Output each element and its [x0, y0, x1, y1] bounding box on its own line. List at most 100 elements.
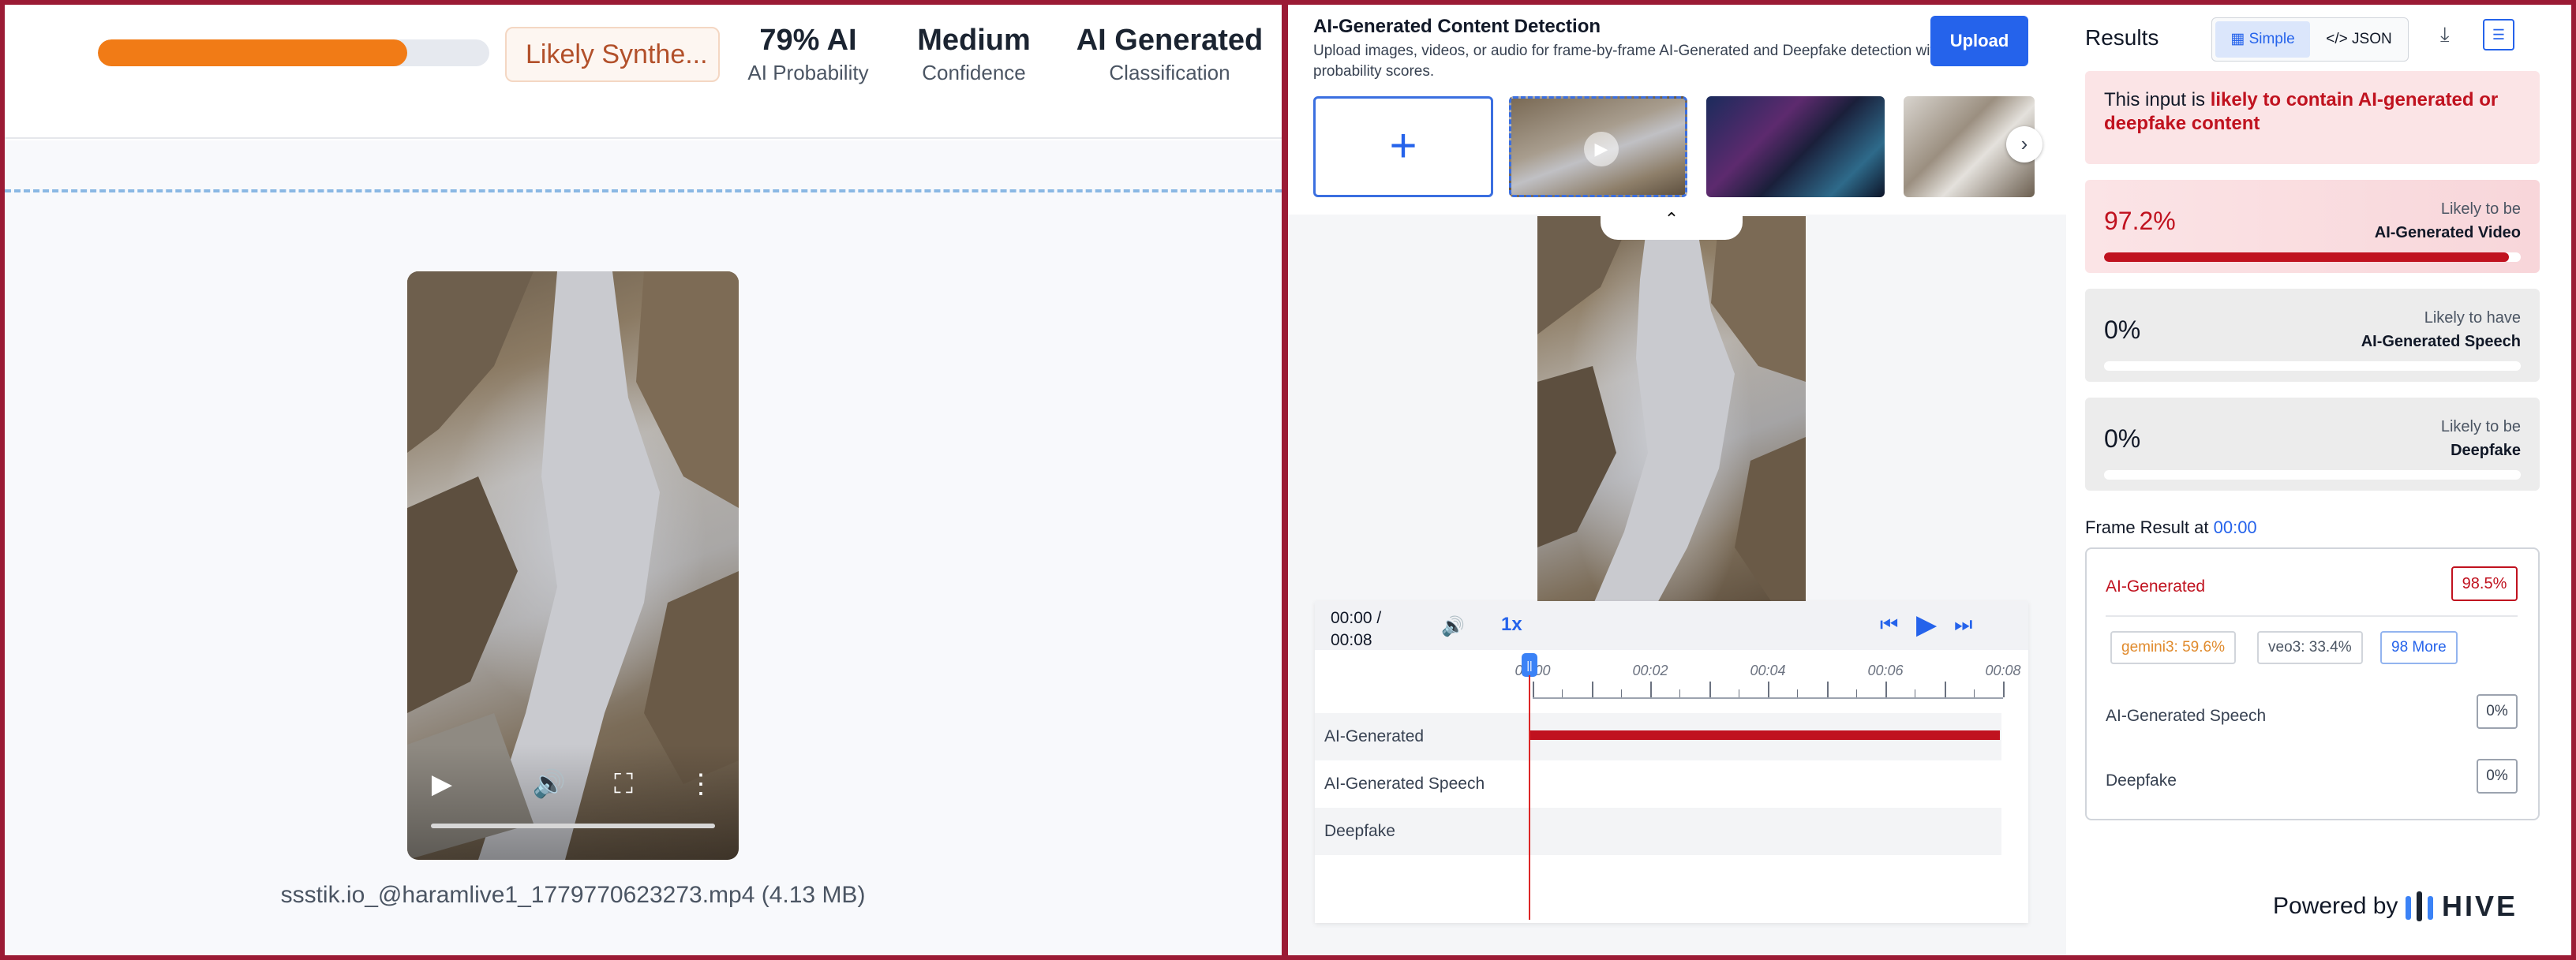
stat-label: AI Probability: [747, 61, 869, 84]
video-seek-bar[interactable]: [431, 824, 715, 828]
ruler-tick: [1944, 682, 1946, 697]
play-icon[interactable]: ▶: [423, 768, 461, 800]
dashed-divider: [5, 189, 1282, 192]
timeline-panel: 00:00 / 00:08 🔊 1x ⏮ ▶ ⏭ 00:0000:0200:04…: [1315, 601, 2028, 923]
video-frame-image: [1537, 216, 1806, 606]
play-icon: ▶: [1584, 132, 1619, 166]
frame-deepfake-label: Deepfake: [2106, 771, 2177, 790]
stat-value: AI Generated: [1076, 24, 1264, 57]
video-player[interactable]: ▶ 🔊 ⛶ ⋮: [407, 271, 739, 860]
result-label-line1: Likely to be: [2440, 418, 2521, 435]
track-ai-generated-speech: AI-Generated Speech: [1315, 760, 2001, 808]
toggle-simple-button[interactable]: ▦ Simple: [2215, 21, 2310, 58]
layout-icon[interactable]: ☰: [2483, 19, 2514, 50]
result-label-line2: Deepfake: [2451, 442, 2521, 459]
result-label-line2: AI-Generated Video: [2374, 224, 2521, 241]
ruler-tick: [1885, 682, 1887, 697]
tick-label: 00:08: [1985, 663, 2021, 678]
result-label: Likely to be AI-Generated Video: [2375, 197, 2521, 245]
add-media-button[interactable]: +: [1313, 96, 1493, 197]
result-label: Likely to have AI-Generated Speech: [2361, 306, 2521, 353]
media-thumbnail[interactable]: [1706, 96, 1885, 197]
timeline-controls: 00:00 / 00:08 🔊 1x ⏮ ▶ ⏭: [1315, 601, 2028, 650]
frame-result-box: AI-Generated 98.5% gemini3: 59.6% veo3: …: [2085, 547, 2540, 820]
ruler-tick: [1709, 682, 1711, 697]
ruler-tick: [1768, 682, 1769, 697]
likely-synthetic-badge: Likely Synthe...: [505, 27, 720, 82]
chevron-up-icon[interactable]: ⌃: [1601, 205, 1743, 240]
timeline-ruler: 00:0000:0200:0400:0600:08: [1515, 663, 2021, 699]
toggle-json-button[interactable]: </> JSON: [2313, 21, 2405, 58]
frame-speech-label: AI-Generated Speech: [2106, 707, 2267, 725]
ruler-tick: [1562, 689, 1563, 697]
result-label-line1: Likely to be: [2440, 200, 2521, 218]
skip-back-icon[interactable]: ⏮: [1880, 612, 1898, 637]
frame-result-time: 00:00: [2213, 517, 2257, 537]
stat-label: Classification: [1109, 61, 1230, 84]
result-card-deepfake: 0% Likely to be Deepfake: [2085, 398, 2540, 491]
stat-ai-probability: 79% AI AI Probability: [737, 22, 879, 87]
frame-ai-generated-label: AI-Generated: [2106, 577, 2206, 596]
ruler-tick: [2003, 682, 2005, 697]
result-bar: [2104, 470, 2521, 480]
track-label: AI-Generated Speech: [1324, 775, 1485, 793]
result-percent: 0%: [2104, 424, 2141, 453]
separator: [2106, 615, 2518, 617]
stat-value: 79% AI: [759, 24, 857, 57]
result-bar: [2104, 361, 2521, 371]
result-percent: 97.2%: [2104, 207, 2176, 235]
volume-icon[interactable]: 🔊: [1441, 615, 1465, 638]
more-options-icon[interactable]: ⋮: [682, 768, 720, 800]
detection-subtitle: Upload images, videos, or audio for fram…: [1313, 43, 1943, 80]
detection-title: AI-Generated Content Detection: [1313, 16, 1601, 37]
frame-result-label: Frame Result at: [2085, 517, 2214, 537]
file-name-label: ssstik.io_@haramlive1_1779770623273.mp4 …: [280, 882, 866, 908]
powered-by-label: Powered by: [2273, 893, 2398, 919]
ai-probability-progress: [98, 39, 489, 66]
frame-speech-value: 0%: [2477, 694, 2518, 729]
result-card-ai-video: 97.2% Likely to be AI-Generated Video: [2085, 180, 2540, 273]
model-chip-veo3: veo3: 33.4%: [2257, 631, 2363, 664]
ai-probability-progress-fill: [98, 39, 407, 66]
ruler-tick: [1797, 689, 1799, 697]
track-deepfake: Deepfake: [1315, 808, 2001, 855]
detection-header: AI-Generated Content Detection Upload im…: [1288, 5, 2066, 215]
result-label: Likely to be Deepfake: [2441, 415, 2521, 462]
volume-icon[interactable]: 🔊: [530, 768, 568, 800]
ruler-tick: [1973, 689, 1975, 697]
fullscreen-icon[interactable]: ⛶: [605, 768, 642, 800]
results-panel: Results ▦ Simple </> JSON ⤓ ☰ This input…: [2066, 5, 2571, 955]
more-models-button[interactable]: 98 More: [2380, 631, 2458, 664]
upload-button[interactable]: Upload: [1930, 16, 2028, 66]
ruler-tick: [1679, 689, 1681, 697]
result-label-line2: AI-Generated Speech: [2361, 333, 2521, 350]
result-percent: 0%: [2104, 316, 2141, 344]
ruler-tick: [1533, 682, 1534, 697]
track-label: AI-Generated: [1324, 727, 1425, 745]
play-icon[interactable]: ▶: [1916, 609, 1937, 641]
frame-deepfake-value: 0%: [2477, 759, 2518, 794]
stat-confidence: Medium Confidence: [895, 22, 1053, 87]
frame-ai-generated-value: 98.5%: [2451, 566, 2518, 601]
timeline-scrubber-handle[interactable]: ||: [1522, 653, 1537, 677]
ruler-tick: [1620, 689, 1622, 697]
toggle-simple-label: Simple: [2248, 31, 2295, 47]
panel-divider: [1282, 0, 1288, 960]
chevron-right-icon[interactable]: ›: [2006, 126, 2042, 162]
ruler-tick: [1855, 689, 1857, 697]
playback-speed-button[interactable]: 1x: [1501, 614, 1522, 636]
download-icon[interactable]: ⤓: [2440, 22, 2450, 47]
tick-label: 00:04: [1750, 663, 1786, 678]
result-label-line1: Likely to have: [2424, 309, 2521, 327]
media-thumbnail-selected[interactable]: ▶: [1509, 96, 1687, 197]
video-preview: [1537, 216, 1806, 606]
verdict-prefix: This input is: [2104, 89, 2211, 110]
skip-forward-icon[interactable]: ⏭: [1954, 612, 1972, 637]
detection-area: AI-Generated Content Detection Upload im…: [1288, 5, 2066, 955]
view-toggle: ▦ Simple </> JSON: [2211, 17, 2409, 62]
hive-logo-icon: [2406, 891, 2433, 921]
verdict-banner: This input is likely to contain AI-gener…: [2085, 71, 2540, 164]
stat-value: Medium: [917, 24, 1031, 57]
ai-generated-detection-bar: [1530, 730, 2000, 740]
ruler-baseline: [1533, 697, 2003, 699]
